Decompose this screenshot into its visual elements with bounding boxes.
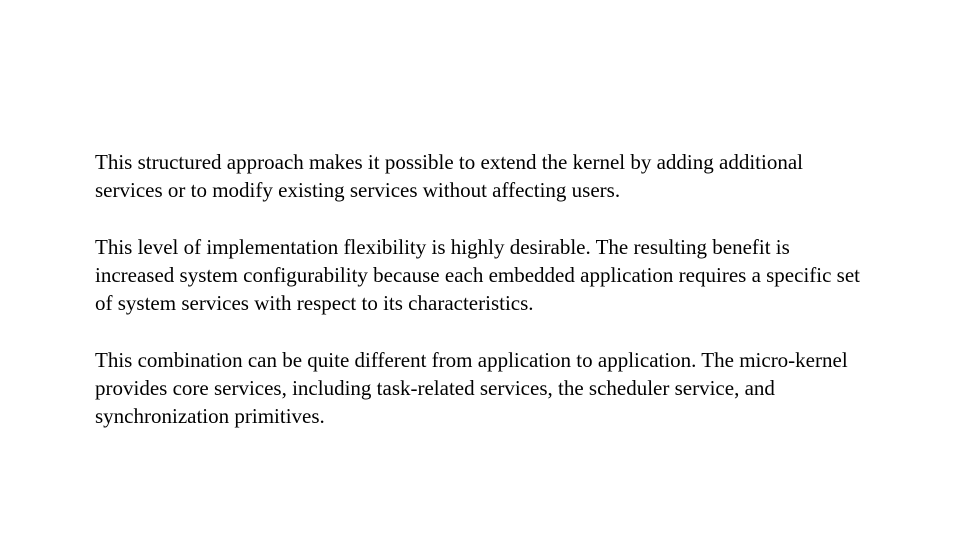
paragraph-1: This structured approach makes it possib… (95, 148, 865, 205)
paragraph-2: This level of implementation flexibility… (95, 233, 865, 318)
document-content: This structured approach makes it possib… (0, 0, 960, 431)
paragraph-3: This combination can be quite different … (95, 346, 865, 431)
